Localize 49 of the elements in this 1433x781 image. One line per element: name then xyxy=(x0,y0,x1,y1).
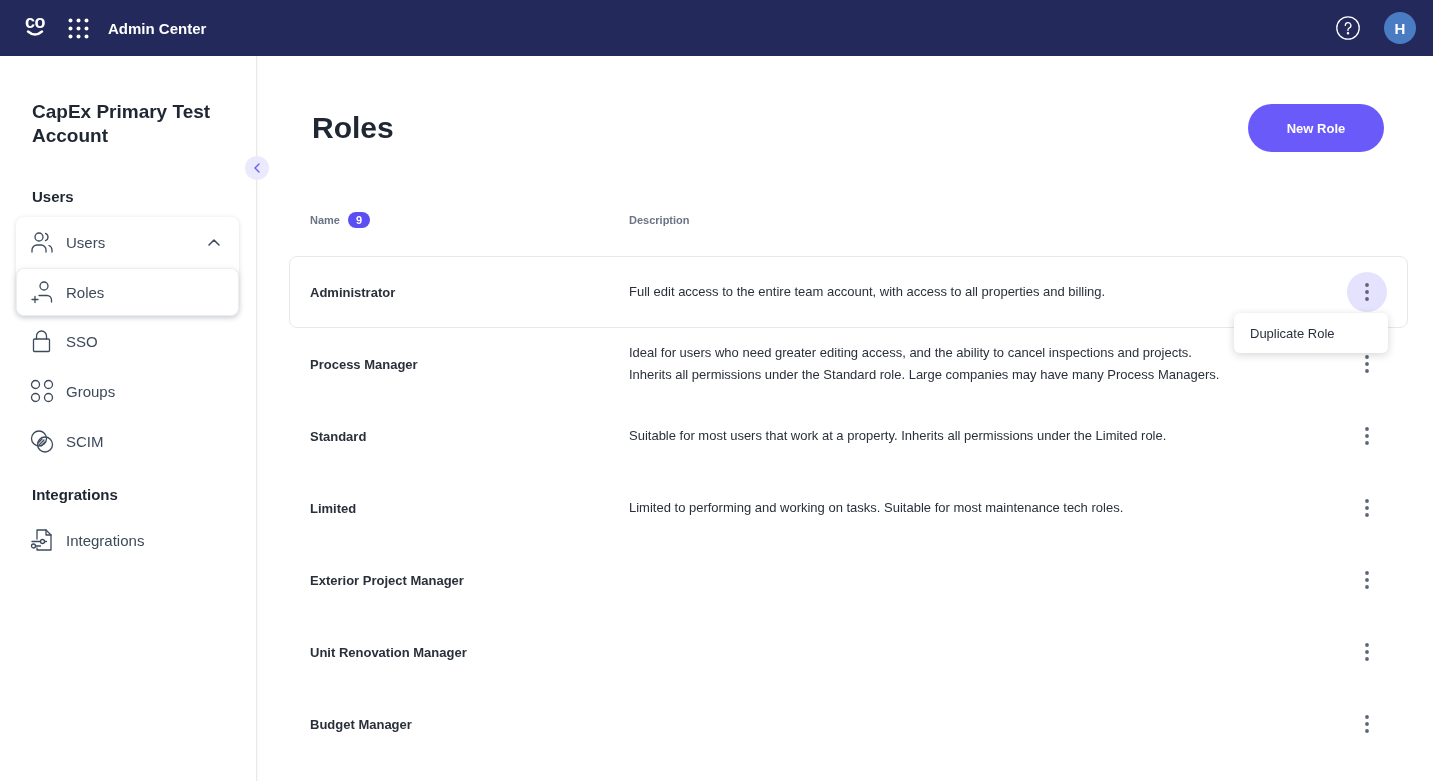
kebab-icon xyxy=(1365,499,1369,517)
help-button[interactable] xyxy=(1336,16,1360,40)
role-description: Full edit access to the entire team account, with access to all properties and billing. xyxy=(629,283,1107,301)
page-title: Roles xyxy=(312,111,394,145)
sidebar-item[interactable]: Groups xyxy=(16,366,239,416)
menu-item[interactable]: Duplicate Role xyxy=(1234,313,1388,353)
section-heading: Integrations xyxy=(31,485,119,505)
kebab-icon xyxy=(1365,283,1369,301)
kebab-icon xyxy=(1365,427,1369,445)
new-role-button[interactable]: New Role xyxy=(1248,104,1384,152)
logo: co xyxy=(22,15,48,41)
role-name: Exterior Project Manager xyxy=(310,572,465,588)
role-name: Budget Manager xyxy=(310,716,413,732)
document-flow-icon xyxy=(30,528,54,552)
column-header: Description xyxy=(629,214,690,226)
kebab-icon xyxy=(1365,643,1369,661)
role-name: Administrator xyxy=(310,284,397,300)
role-description: Ideal for users who need greater editing access, and the ability to cancel inspections and projects. Inherits all permissions under the Standard role. Large companies may have many Process Managers. xyxy=(629,344,1221,384)
sidebar-item[interactable]: Roles xyxy=(16,268,239,316)
kebab-icon xyxy=(1365,355,1369,373)
help-icon xyxy=(1336,16,1360,40)
account-name: CapEx Primary Test Account xyxy=(31,100,212,148)
role-name: Unit Renovation Manager xyxy=(310,644,468,660)
chevron-up-icon xyxy=(208,238,220,246)
chevron-left-icon xyxy=(254,163,260,173)
column-header: Name xyxy=(310,214,340,226)
role-description: Suitable for most users that work at a property. Inherits all permissions under the Limited role. xyxy=(629,427,1168,445)
count-badge: 9 xyxy=(347,212,370,228)
sidebar-item[interactable]: SCIM xyxy=(16,416,239,466)
app-title: Admin Center xyxy=(108,19,207,37)
dot-grid-icon xyxy=(68,17,89,39)
users-icon xyxy=(30,230,54,254)
sidebar-item[interactable]: Integrations xyxy=(16,515,239,565)
user-avatar[interactable]: H xyxy=(1384,12,1416,44)
overlapping-circles-icon xyxy=(30,429,54,453)
sidebar-item[interactable]: Users xyxy=(16,217,239,267)
role-name: Limited xyxy=(310,500,358,516)
collapse-sidebar-button[interactable] xyxy=(245,156,269,180)
add-user-icon xyxy=(30,280,54,304)
role-name: Standard xyxy=(310,428,368,444)
kebab-icon xyxy=(1365,571,1369,589)
kebab-icon xyxy=(1365,715,1369,733)
sidebar-item[interactable]: SSO xyxy=(16,316,239,366)
role-description: Limited to performing and working on tasks. Suitable for most maintenance tech roles. xyxy=(629,499,1125,517)
role-name: Process Manager xyxy=(310,356,419,372)
more-options-button[interactable] xyxy=(1347,272,1387,312)
section-heading: Users xyxy=(31,187,75,207)
four-circles-icon xyxy=(30,379,54,403)
apps-grid-button[interactable] xyxy=(68,17,89,39)
